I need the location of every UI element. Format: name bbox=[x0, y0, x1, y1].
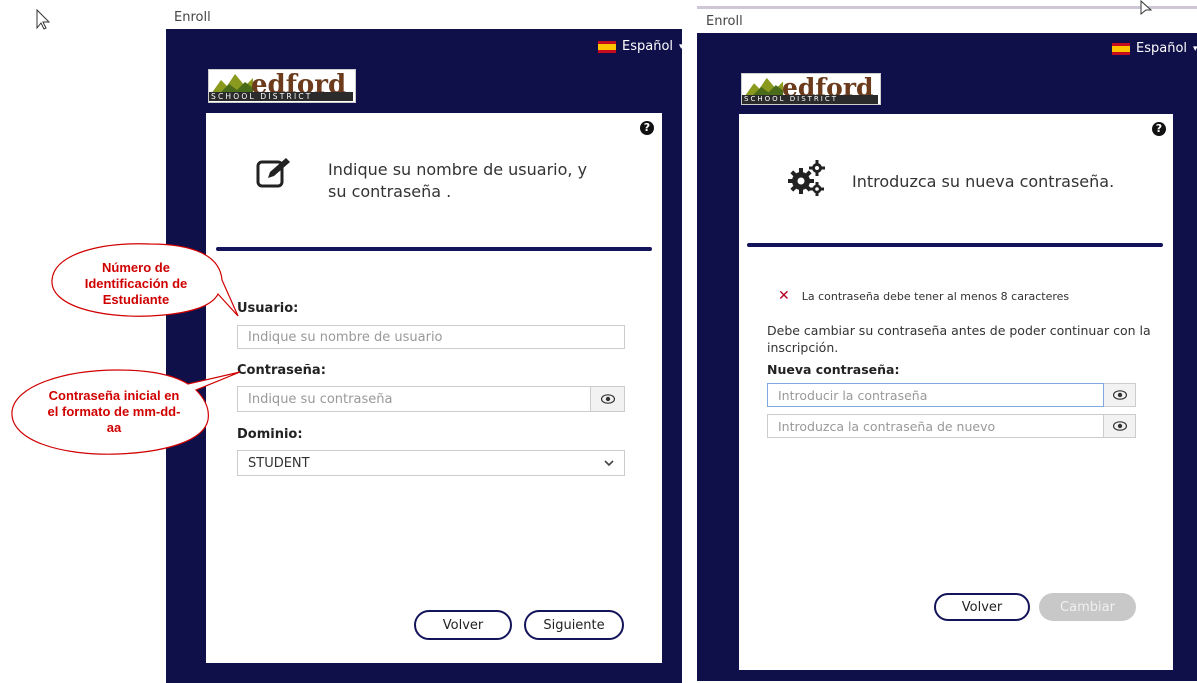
language-selector-right[interactable]: Español ▾ bbox=[1112, 41, 1197, 56]
section-divider bbox=[216, 247, 652, 251]
section-divider bbox=[747, 243, 1163, 247]
info-text: Debe cambiar su contraseña antes de pode… bbox=[767, 323, 1151, 355]
cursor-icon bbox=[35, 8, 51, 30]
show-confirm-password-button[interactable] bbox=[1104, 414, 1136, 438]
new-password-placeholder: Introducir la contraseña bbox=[778, 387, 928, 403]
next-button[interactable]: Siguiente bbox=[524, 610, 624, 640]
card-title: Indique su nombre de usuario, y su contr… bbox=[328, 160, 588, 201]
medford-logo: edford SCHOOL DISTRICT bbox=[208, 69, 356, 103]
spain-flag-icon bbox=[1112, 42, 1130, 55]
callout-student-id-text: Número de Identificación de Estudiante bbox=[84, 260, 188, 307]
username-input[interactable]: Indique su nombre de usuario bbox=[237, 325, 625, 349]
eye-icon bbox=[600, 394, 615, 404]
show-new-password-button[interactable] bbox=[1104, 383, 1136, 407]
show-password-button[interactable] bbox=[591, 386, 625, 412]
password-panel: Español ▾ edford SCHOOL DISTRICT ? Intro… bbox=[697, 33, 1197, 681]
back-button[interactable]: Volver bbox=[934, 593, 1030, 621]
caret-down-icon: ▾ bbox=[679, 41, 684, 52]
logo-subtitle: SCHOOL DISTRICT bbox=[209, 92, 353, 101]
login-panel: Español ▾ edford SCHOOL DISTRICT ? Indiq… bbox=[166, 29, 684, 683]
password-length-error: ✕ La contraseña debe tener al menos 8 ca… bbox=[778, 288, 1069, 304]
chevron-down-icon bbox=[604, 459, 614, 466]
window-title-right: Enroll bbox=[706, 14, 743, 29]
eye-icon bbox=[1112, 421, 1127, 431]
back-button[interactable]: Volver bbox=[414, 610, 512, 640]
change-button[interactable]: Cambiar bbox=[1039, 593, 1136, 621]
password-card: ? Introduzca su nueva contraseña. ✕ La c… bbox=[739, 114, 1173, 670]
username-label: Usuario: bbox=[237, 301, 299, 316]
language-selector[interactable]: Español ▾ bbox=[598, 39, 684, 54]
domain-value: STUDENT bbox=[248, 455, 310, 471]
card-title: Introduzca su nueva contraseña. bbox=[852, 172, 1115, 191]
mountain-logo-icon bbox=[744, 77, 784, 96]
password-label: Contraseña: bbox=[237, 363, 326, 378]
confirm-password-input[interactable]: Introduzca la contraseña de nuevo bbox=[767, 414, 1104, 438]
eye-icon bbox=[1112, 390, 1127, 400]
logo-subtitle: SCHOOL DISTRICT bbox=[742, 95, 878, 104]
new-password-input[interactable]: Introducir la contraseña bbox=[767, 383, 1104, 407]
error-x-icon: ✕ bbox=[778, 288, 790, 304]
gears-icon bbox=[788, 160, 825, 196]
domain-label: Dominio: bbox=[237, 427, 303, 442]
window-top-border bbox=[697, 6, 1197, 9]
help-icon[interactable]: ? bbox=[1152, 122, 1166, 136]
edit-form-icon bbox=[256, 158, 290, 188]
new-password-label: Nueva contraseña: bbox=[767, 362, 900, 377]
language-label: Español bbox=[1136, 41, 1188, 56]
callout-initial-password-text: Contraseña inicial en el formato de mm-d… bbox=[47, 388, 181, 435]
cursor-icon-right bbox=[1140, 0, 1153, 21]
caret-down-icon: ▾ bbox=[1193, 43, 1197, 54]
window-title: Enroll bbox=[174, 10, 211, 25]
domain-select[interactable]: STUDENT bbox=[237, 450, 625, 476]
password-input[interactable]: Indique su contraseña bbox=[237, 386, 591, 412]
mountain-logo-icon bbox=[211, 74, 253, 94]
login-card: ? Indique su nombre de usuario, y su con… bbox=[206, 113, 662, 663]
error-text: La contraseña debe tener al menos 8 cara… bbox=[801, 289, 1070, 303]
spain-flag-icon bbox=[598, 40, 616, 53]
username-placeholder: Indique su nombre de usuario bbox=[248, 329, 443, 345]
medford-logo: edford SCHOOL DISTRICT bbox=[741, 73, 881, 105]
password-placeholder: Indique su contraseña bbox=[248, 391, 393, 407]
help-icon[interactable]: ? bbox=[640, 121, 654, 135]
confirm-password-placeholder: Introduzca la contraseña de nuevo bbox=[778, 418, 996, 434]
language-label: Español bbox=[622, 39, 674, 54]
